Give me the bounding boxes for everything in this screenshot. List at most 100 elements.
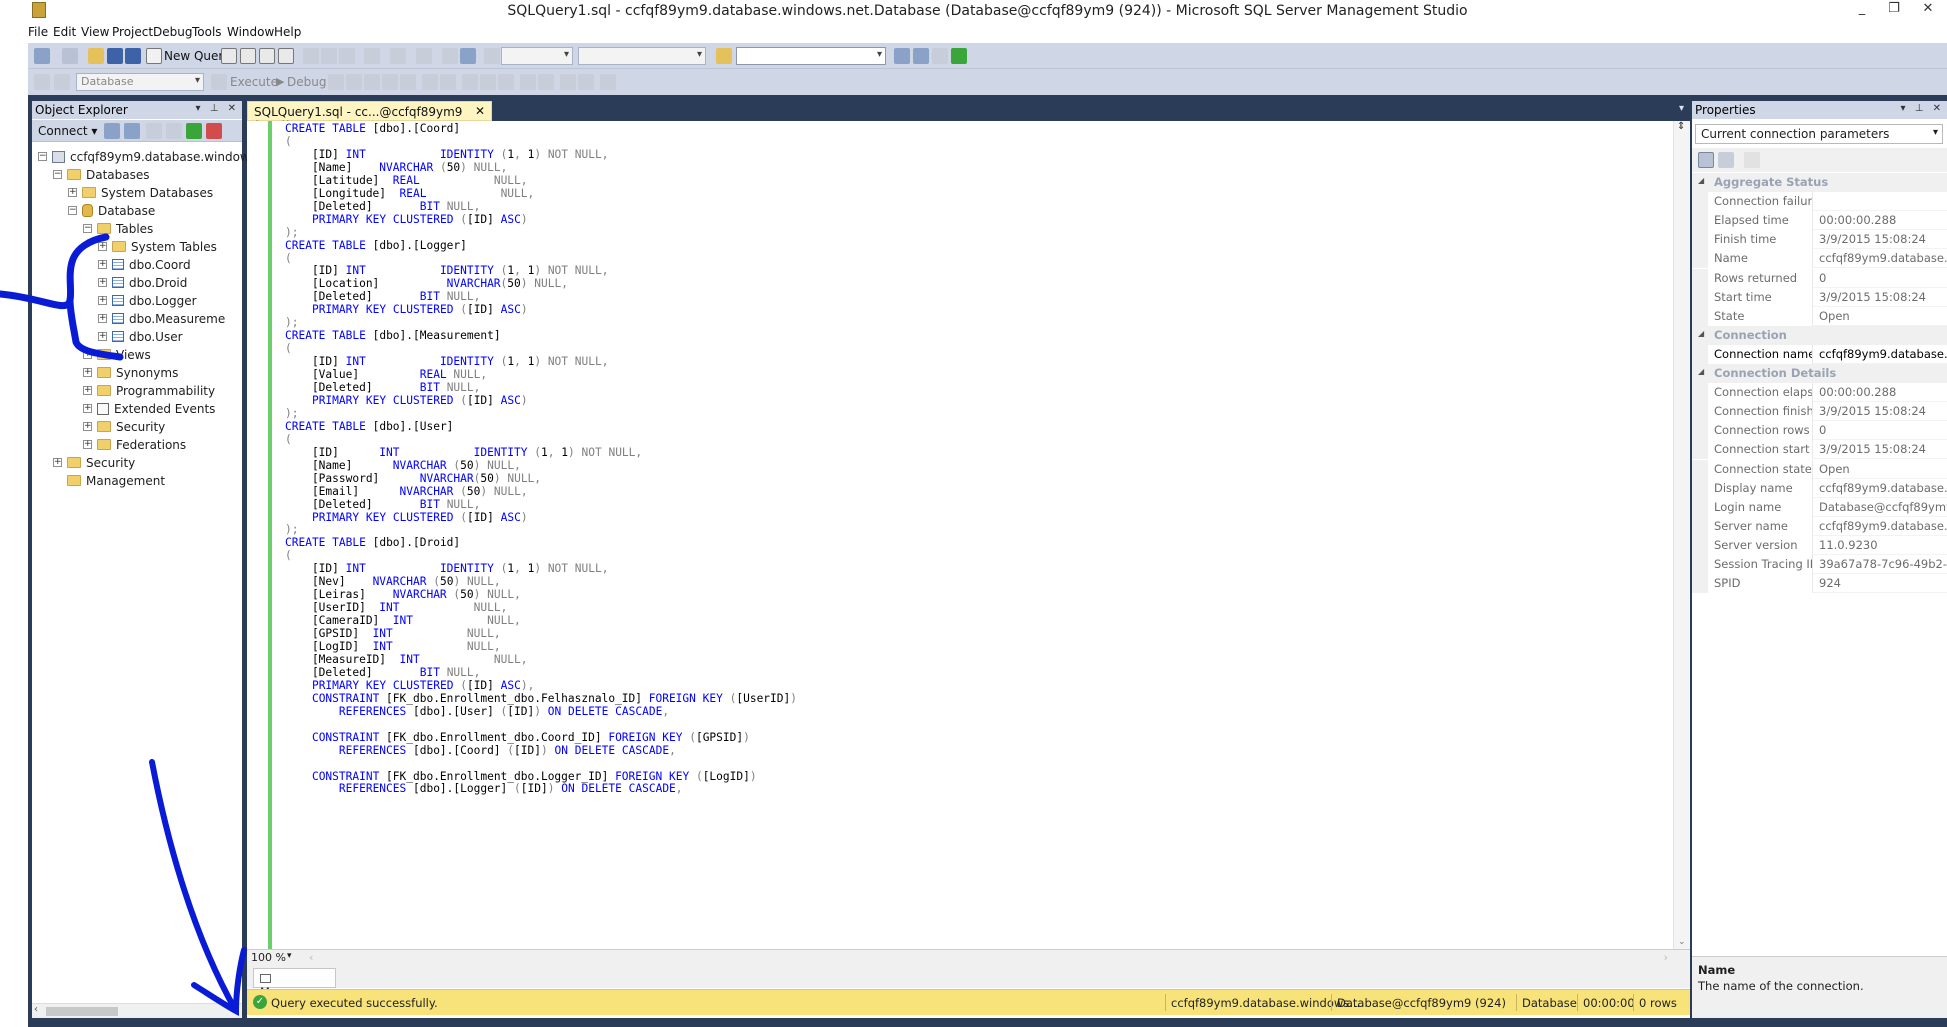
menu-view[interactable]: View <box>81 25 109 39</box>
property-row[interactable]: Session Tracing ID39a67a78-7c96-49b2-807… <box>1692 555 1947 574</box>
tree-node[interactable]: + dbo.Measureme <box>98 310 225 327</box>
property-category[interactable]: ◢ Connection Details <box>1692 364 1947 383</box>
property-value[interactable]: 0 <box>1815 421 1947 440</box>
expand-icon[interactable]: + <box>83 404 92 413</box>
object-explorer-window-buttons[interactable]: ▾ ⊥ ✕ <box>196 103 239 114</box>
tree-node[interactable]: + dbo.Droid <box>98 274 187 291</box>
property-row[interactable]: State Open <box>1692 306 1947 326</box>
tree-node[interactable]: + Security <box>53 454 135 471</box>
expand-icon[interactable]: + <box>98 332 107 341</box>
menu-tools[interactable]: Tools <box>192 25 222 39</box>
category-collapse-icon[interactable]: ◢ <box>1698 329 1704 338</box>
activity-monitor-icon[interactable] <box>460 48 476 64</box>
tree-node[interactable]: + System Tables <box>98 238 217 255</box>
tab-dropdown-icon[interactable]: ▾ <box>1679 103 1684 114</box>
category-collapse-icon[interactable]: ◢ <box>1698 176 1704 185</box>
tree-node[interactable]: + Synonyms <box>83 364 178 381</box>
expand-icon[interactable]: + <box>53 458 62 467</box>
object-explorer-hscrollbar[interactable]: ‹ <box>32 1003 242 1018</box>
property-value[interactable]: 3/9/2015 15:08:24 <box>1815 440 1947 459</box>
menu-window[interactable]: Window <box>227 25 274 39</box>
property-row[interactable]: Server nameccfqf89ym9.database.windows.n… <box>1692 516 1947 536</box>
display-plan-icon[interactable] <box>364 74 380 90</box>
categorized-icon[interactable] <box>1698 152 1714 168</box>
expand-icon[interactable]: + <box>98 242 107 251</box>
available-databases-combo[interactable]: Database <box>76 73 204 91</box>
navigate-backward-icon[interactable] <box>416 48 432 64</box>
scroll-thumb[interactable] <box>46 1007 118 1016</box>
menu-debug[interactable]: Debug <box>153 25 192 39</box>
uncomment-icon[interactable] <box>538 74 554 90</box>
live-stats-icon[interactable] <box>440 74 456 90</box>
collapse-icon[interactable]: − <box>83 224 92 233</box>
new-query-icon[interactable] <box>146 48 162 64</box>
query-options-icon[interactable] <box>382 74 398 90</box>
refresh-icon[interactable] <box>186 123 202 139</box>
new-project-icon[interactable] <box>34 48 50 64</box>
property-row[interactable]: Connection nameccfqf89ym9.database.windo… <box>1692 344 1947 364</box>
zoom-dropdown-icon[interactable]: ▾ <box>287 951 292 961</box>
property-value[interactable]: ccfqf89ym9.database.windows.net <box>1815 479 1947 498</box>
property-row[interactable]: Connection state Open <box>1692 459 1947 479</box>
change-connection-icon[interactable] <box>54 74 70 90</box>
menu-help[interactable]: Help <box>274 25 301 39</box>
tree-node[interactable]: Management <box>53 472 165 489</box>
properties-object-combo[interactable]: Current connection parameters <box>1695 124 1943 144</box>
filter-icon[interactable] <box>166 123 182 139</box>
solution-explorer-icon[interactable] <box>894 48 910 64</box>
object-explorer-icon[interactable] <box>951 48 967 64</box>
zoom-level[interactable]: 100 % <box>251 951 286 964</box>
property-row[interactable]: Connection finish 3/9/2015 15:08:24 <box>1692 402 1947 422</box>
menu-file[interactable]: File <box>28 25 48 39</box>
solution-config-combo[interactable] <box>501 47 573 65</box>
results-to-file-icon[interactable] <box>498 74 514 90</box>
property-row[interactable]: Connection failure <box>1692 192 1947 212</box>
property-value[interactable]: 3/9/2015 15:08:24 <box>1815 230 1947 249</box>
paste-icon[interactable] <box>339 48 355 64</box>
tree-node[interactable]: + dbo.Coord <box>98 256 191 273</box>
undo-icon[interactable] <box>364 48 380 64</box>
expand-icon[interactable]: + <box>68 188 77 197</box>
property-row[interactable]: Connection elapsed00:00:00.288 <box>1692 383 1947 403</box>
start-icon[interactable] <box>484 48 500 64</box>
collapse-icon[interactable]: − <box>53 170 62 179</box>
connect-object-explorer-icon[interactable] <box>104 123 120 139</box>
close-button[interactable]: ✕ <box>1913 1 1943 19</box>
tree-node[interactable]: + System Databases <box>68 184 213 201</box>
properties-window-icon[interactable] <box>913 48 929 64</box>
property-value[interactable] <box>1815 192 1947 211</box>
property-row[interactable]: Finish time 3/9/2015 15:08:24 <box>1692 230 1947 250</box>
property-value[interactable]: 39a67a78-7c96-49b2-8077 <box>1815 555 1947 574</box>
property-row[interactable]: Elapsed time 00:00:00.288 <box>1692 211 1947 231</box>
expand-icon[interactable]: + <box>98 260 107 269</box>
property-pages-icon[interactable] <box>1744 152 1760 168</box>
stop-icon[interactable] <box>146 123 162 139</box>
property-value[interactable]: 00:00:00.288 <box>1815 211 1947 230</box>
property-value[interactable]: 00:00:00.288 <box>1815 383 1947 402</box>
property-row[interactable]: Rows returned 0 <box>1692 268 1947 288</box>
open-file-icon[interactable] <box>88 48 104 64</box>
property-value[interactable]: ccfqf89ym9.database.windows.net <box>1815 249 1947 268</box>
disconnect-icon[interactable] <box>124 123 140 139</box>
property-row[interactable]: Nameccfqf89ym9.database.windows.net <box>1692 249 1947 269</box>
property-category[interactable]: ◢ Connection <box>1692 325 1947 345</box>
alphabetical-icon[interactable] <box>1718 152 1734 168</box>
property-row[interactable]: Connection start t 3/9/2015 15:08:24 <box>1692 440 1947 460</box>
collapse-all-icon[interactable] <box>206 123 222 139</box>
add-item-icon[interactable] <box>62 48 78 64</box>
properties-window-buttons[interactable]: ▾ ⊥ ✕ <box>1901 103 1944 114</box>
property-row[interactable]: Connection rows 0 <box>1692 421 1947 441</box>
property-value[interactable]: Open <box>1815 460 1947 479</box>
property-row[interactable]: Login name Database@ccfqf89ym9 <box>1692 497 1947 517</box>
mdx-query-icon[interactable] <box>259 48 275 64</box>
execute-icon[interactable] <box>211 74 227 90</box>
hscroll-left-icon[interactable]: ‹ <box>309 951 313 964</box>
category-collapse-icon[interactable]: ◢ <box>1698 367 1704 376</box>
property-value[interactable]: ccfqf89ym9.database.windows.net <box>1815 517 1947 536</box>
comment-icon[interactable] <box>520 74 536 90</box>
property-row[interactable]: Start time 3/9/2015 15:08:24 <box>1692 287 1947 307</box>
sql-code-editor[interactable]: CREATE TABLE [dbo].[Coord]( [ID] INT IDE… <box>247 121 1673 949</box>
database-engine-query-icon[interactable] <box>221 48 237 64</box>
menu-project[interactable]: Project <box>112 25 153 39</box>
property-value[interactable]: 3/9/2015 15:08:24 <box>1815 288 1947 307</box>
